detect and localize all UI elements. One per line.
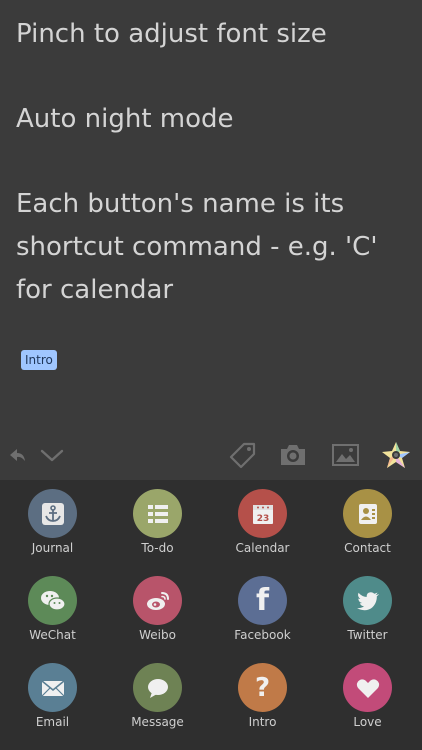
note-editor[interactable]: Pinch to adjust font size Auto night mod… [0,0,422,430]
shortcut-journal[interactable]: Journal [0,480,105,567]
question-icon: ? [254,672,271,703]
text-line-night-mode: Auto night mode [16,104,234,134]
weibo-button-circle[interactable] [133,576,182,625]
undo-icon[interactable] [2,440,32,470]
shortcut-todo[interactable]: To-do [105,480,210,567]
shortcut-label: Journal [31,541,74,555]
shortcut-intro[interactable]: ? Intro [210,654,315,741]
todo-button-circle[interactable] [133,489,182,538]
calendar-icon: 23 [252,504,273,524]
facebook-icon: f [255,582,270,618]
star-palette-icon[interactable] [381,440,411,470]
text-line-shortcut: Each button's name is its shortcut comma… [16,189,378,305]
shortcut-label: Email [35,715,70,729]
image-icon[interactable] [330,440,360,470]
contact-card-icon [358,503,377,524]
shortcut-label: Twitter [347,628,388,642]
shortcut-calendar[interactable]: 23 Calendar [210,480,315,567]
shortcut-label: Intro [248,715,277,729]
chevron-down-icon[interactable] [37,440,67,470]
shortcut-label: Calendar [235,541,290,555]
shortcut-label: WeChat [29,628,76,642]
calendar-button-circle[interactable]: 23 [238,489,287,538]
wechat-icon [40,590,66,611]
shortcut-love[interactable]: Love [315,654,420,741]
shortcut-contact[interactable]: Contact [315,480,420,567]
text-line-font-size: Pinch to adjust font size [16,19,327,49]
email-button-circle[interactable] [28,663,77,712]
shortcut-email[interactable]: Email [0,654,105,741]
shortcut-weibo[interactable]: Weibo [105,567,210,654]
journal-button-circle[interactable] [28,489,77,538]
intro-button-circle[interactable]: ? [238,663,287,712]
wechat-button-circle[interactable] [28,576,77,625]
shortcut-message[interactable]: Message [105,654,210,741]
love-button-circle[interactable] [343,663,392,712]
contact-button-circle[interactable] [343,489,392,538]
shortcut-grid: Journal To-do 23 Calendar Contact WeChat… [0,480,422,750]
shortcut-label: Facebook [234,628,291,642]
facebook-button-circle[interactable]: f [238,576,287,625]
camera-icon[interactable] [278,440,308,470]
twitter-icon [356,591,379,610]
calendar-day-number: 23 [256,514,269,524]
speech-bubble-icon [147,678,168,698]
tag-icon[interactable] [228,440,258,470]
weibo-icon [146,591,169,610]
editor-toolbar [0,430,422,480]
shortcut-twitter[interactable]: Twitter [315,567,420,654]
twitter-button-circle[interactable] [343,576,392,625]
heart-icon [356,678,379,698]
shortcut-label: Contact [344,541,391,555]
shortcut-label: Weibo [139,628,176,642]
shortcut-wechat[interactable]: WeChat [0,567,105,654]
intro-tag[interactable]: Intro [21,350,57,370]
shortcut-label: Love [353,715,382,729]
anchor-icon [41,502,64,525]
message-button-circle[interactable] [133,663,182,712]
shortcut-label: Message [131,715,184,729]
shortcut-label: To-do [141,541,174,555]
list-icon [147,504,168,523]
shortcut-facebook[interactable]: f Facebook [210,567,315,654]
envelope-icon [40,679,65,696]
